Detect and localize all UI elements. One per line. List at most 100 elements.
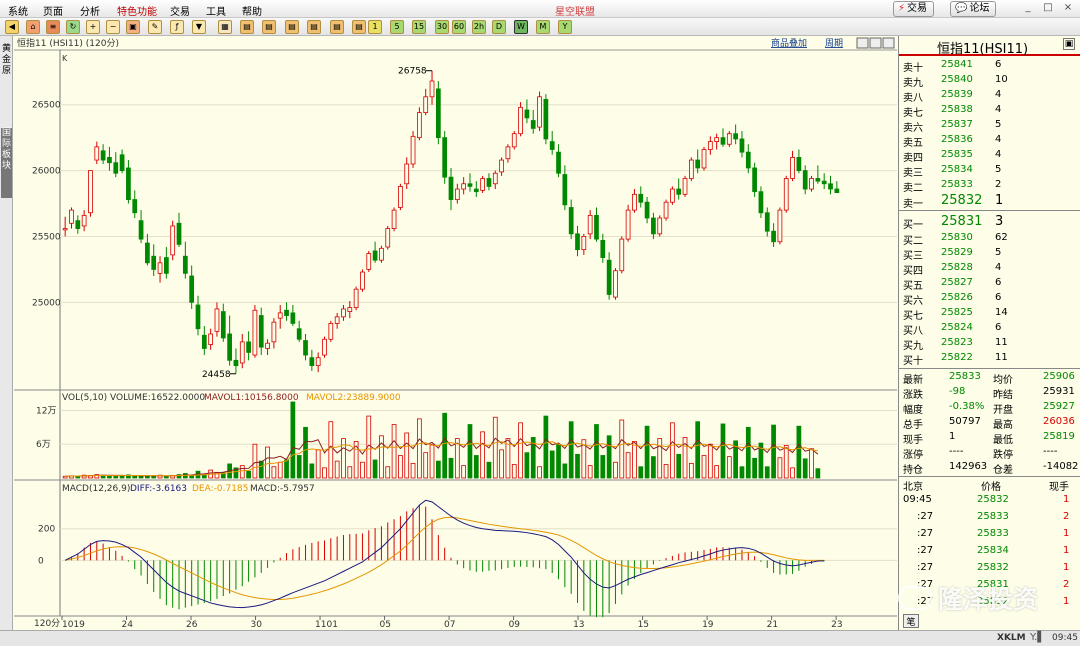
chart-canvas[interactable]: 恒指11 (HSI11) (120分) 商品叠加 周期 25000 25500 26… [14,36,897,630]
forum-button[interactable]: 💬 论坛 [950,1,997,17]
layout-icon-1[interactable] [856,37,869,49]
ask-row[interactable]: 卖一 25832 1 [899,193,1080,210]
close-icon[interactable]: × [1062,2,1074,14]
ask-row[interactable]: 卖二 25833 2 [899,178,1080,194]
ask-row[interactable]: 卖四 25835 4 [899,148,1080,164]
candle-body [518,106,523,135]
stat-row[interactable]: 幅度 -0.38% 开盘 25927 [899,400,1080,416]
period-day-icon[interactable]: D [492,20,506,34]
tab-international[interactable]: 国际板块 [1,128,12,198]
stat-row[interactable]: 最新 25833 均价 25906 [899,370,1080,386]
stat-row[interactable]: 涨停 ---- 跌停 ---- [899,445,1080,461]
trade-row[interactable]: :27 25834 1 [899,544,1080,559]
period-year-icon[interactable]: Y [558,20,572,34]
candle-body [764,212,770,232]
period-30-icon[interactable]: 30 [435,20,449,34]
panel-toggle-icon[interactable]: ▣ [1063,38,1075,50]
bid-row[interactable]: 买六 25826 6 [899,291,1080,307]
trade-button[interactable]: ⚡ 交易 [893,1,935,17]
stat-row[interactable]: 持仓 142963 仓差 -14082 [899,460,1080,476]
candle-body [556,151,561,174]
ask-row[interactable]: 卖九 25840 10 [899,73,1080,89]
trade-row[interactable]: :27 25832 1 [899,561,1080,576]
menu-page[interactable]: 页面 [43,3,63,18]
back-icon[interactable]: ◀ [5,20,19,34]
bid-row[interactable]: 买四 25828 4 [899,261,1080,277]
trade-row[interactable]: :27 25833 2 [899,510,1080,525]
mavol2-legend: MAVOL2:23889.9000 [306,393,401,403]
volume-bar [404,432,410,479]
window-icon[interactable]: ▣ [126,20,140,34]
bid-label: 买二 [903,236,923,247]
zoom-in-icon[interactable]: + [86,20,100,34]
candle-body [714,137,720,142]
layout-icon-2[interactable] [869,37,882,49]
ask-volume: 4 [995,149,1002,160]
indicator-icon[interactable]: ƒ [170,20,184,34]
bid-row[interactable]: 买五 25827 6 [899,276,1080,292]
menu-help[interactable]: 帮助 [242,3,262,18]
bid-volume: 11 [995,352,1008,363]
table-icon[interactable]: ▦ [218,20,232,34]
home-icon[interactable]: ⌂ [26,20,40,34]
menu-features[interactable]: 特色功能 [117,3,157,18]
quote-list-icon[interactable]: ≡ [46,20,60,34]
minimize-icon[interactable]: _ [1022,2,1034,14]
toolbar-btn-7[interactable]: ▤ [240,20,254,34]
candle-body [220,311,226,339]
menu-system[interactable]: 系统 [8,3,28,18]
period-120-icon[interactable]: 2h [472,20,486,34]
toolbar-btn-12[interactable]: ▤ [352,20,366,34]
bid-row[interactable]: 买二 25830 62 [899,231,1080,247]
volume-bar [594,424,599,479]
toolbar-btn-8[interactable]: ▤ [262,20,276,34]
tab-ticks[interactable]: 笔 [903,614,919,628]
volume-bar [600,455,606,479]
period-1-icon[interactable]: 1 [368,20,382,34]
ask-volume: 1 [995,193,1004,208]
draw-line-icon[interactable]: ✎ [148,20,162,34]
bid-row[interactable]: 买十 25822 11 [899,351,1080,367]
candle-body [733,133,738,140]
stat-row[interactable]: 涨跌 -98 昨结 25931 [899,385,1080,401]
overlay-link[interactable]: 商品叠加 [771,37,807,49]
toolbar-btn-10[interactable]: ▤ [307,20,321,34]
bid-row[interactable]: 买八 25824 6 [899,321,1080,337]
period-60-icon[interactable]: 60 [452,20,466,34]
ask-row[interactable]: 卖三 25834 5 [899,163,1080,179]
toolbar-btn-11[interactable]: ▤ [330,20,344,34]
period-month-icon[interactable]: M [536,20,550,34]
ask-row[interactable]: 卖六 25837 5 [899,118,1080,134]
candle-body [164,257,169,274]
menu-tools[interactable]: 工具 [206,3,226,18]
period-5-icon[interactable]: 5 [390,20,404,34]
filter-icon[interactable]: ▼ [192,20,206,34]
bid-row[interactable]: 买九 25823 11 [899,336,1080,352]
stat-row[interactable]: 现手 1 最低 25819 [899,430,1080,446]
bid-row[interactable]: 买一 25831 3 [899,214,1080,231]
volume-bar [625,452,631,479]
period-link[interactable]: 周期 [825,38,843,49]
refresh-icon[interactable]: ↻ [66,20,80,34]
menu-analysis[interactable]: 分析 [80,3,100,18]
bid-row[interactable]: 买三 25829 5 [899,246,1080,262]
trades-header-vol: 现手 [1049,482,1069,493]
toolbar-btn-9[interactable]: ▤ [285,20,299,34]
restore-icon[interactable]: □ [1042,2,1054,14]
ask-row[interactable]: 卖五 25836 4 [899,133,1080,149]
ask-row[interactable]: 卖八 25839 4 [899,88,1080,104]
period-15-icon[interactable]: 15 [412,20,426,34]
ask-row[interactable]: 卖七 25838 4 [899,103,1080,119]
candle-body [328,323,334,340]
ask-row[interactable]: 卖十 25841 6 [899,58,1080,74]
bid-row[interactable]: 买七 25825 14 [899,306,1080,322]
stat-row[interactable]: 总手 50797 最高 26036 [899,415,1080,431]
trade-row[interactable]: 09:45 25832 1 [899,493,1080,508]
period-selected-icon[interactable]: W [514,20,528,34]
layout-icon-3[interactable] [882,37,895,49]
menu-trade[interactable]: 交易 [170,3,190,18]
trade-row[interactable]: :27 25833 1 [899,527,1080,542]
tab-gold[interactable]: 黄金原 [1,44,12,104]
zoom-out-icon[interactable]: − [106,20,120,34]
candle-body [815,178,821,182]
